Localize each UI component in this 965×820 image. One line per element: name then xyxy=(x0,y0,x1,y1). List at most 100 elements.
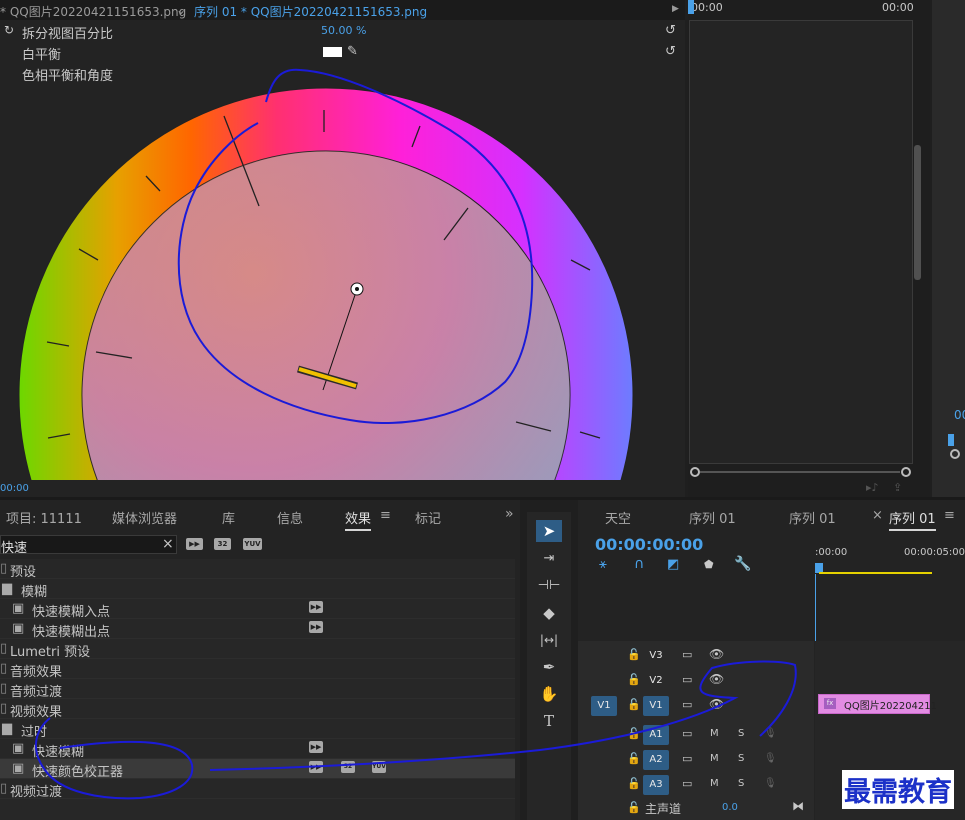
tab-info[interactable]: 信息 xyxy=(277,508,303,527)
mic-icon[interactable]: 🎙 xyxy=(764,753,777,764)
eyedropper-icon[interactable]: ✎ xyxy=(347,44,358,59)
solo-button[interactable]: S xyxy=(738,728,744,739)
tree-item-obsolete[interactable]: ▆ 过时 xyxy=(0,719,515,740)
tree-item-video-effects[interactable]: ▯ 视频效果 xyxy=(0,699,515,720)
close-tab-icon[interactable]: × xyxy=(872,508,883,523)
track-label-v1[interactable]: V1 xyxy=(643,696,669,716)
selection-tool-icon[interactable]: ➤ xyxy=(536,520,562,542)
tree-item-audio-transitions[interactable]: ▯ 音频过渡 xyxy=(0,679,515,700)
mic-icon[interactable]: 🎙 xyxy=(764,728,777,739)
master-volume[interactable]: 0.0 xyxy=(722,802,738,813)
timeline-timecode[interactable]: 00:00:00:00 xyxy=(595,535,703,554)
keyframe-area[interactable] xyxy=(689,20,913,464)
tree-item-blur[interactable]: ▆ 模糊 xyxy=(0,579,515,600)
effects-search-box[interactable]: 快速 × xyxy=(0,535,177,556)
tab-sequence-01-active[interactable]: 序列 01 xyxy=(889,508,936,531)
tree-item-fast-blur-in[interactable]: ▣ 快速模糊入点 ▶▶ xyxy=(0,599,515,620)
panel-menu-icon[interactable]: ≡ xyxy=(380,508,391,523)
lock-icon[interactable]: 🔓 xyxy=(627,801,641,814)
tab-source-clip[interactable]: * QQ图片20220421151653.png xyxy=(0,3,186,20)
source-patch-v1[interactable]: V1 xyxy=(591,696,617,716)
eye-icon[interactable]: 👁 xyxy=(709,672,724,686)
reset-icon[interactable]: ↺ xyxy=(665,44,676,59)
ripple-edit-tool-icon[interactable]: ⊣⊢ xyxy=(536,575,562,597)
mute-button[interactable]: M xyxy=(710,753,719,764)
accelerated-effects-icon[interactable]: ▶▶ xyxy=(186,538,203,550)
eye-icon[interactable]: 👁 xyxy=(709,647,724,661)
track-label-a3[interactable]: A3 xyxy=(643,775,669,795)
track-label-a2[interactable]: A2 xyxy=(643,750,669,770)
tree-item-lumetri-presets[interactable]: ▯ Lumetri 预设 xyxy=(0,639,515,660)
white-balance-swatch[interactable] xyxy=(323,47,342,57)
tab-sequence-01-b[interactable]: 序列 01 xyxy=(789,508,836,527)
timeline-panel-menu-icon[interactable]: ≡ xyxy=(944,508,955,523)
linked-selection-icon[interactable]: ◩ xyxy=(667,557,679,572)
lock-icon[interactable]: 🔓 xyxy=(627,648,641,661)
yuv-effects-icon[interactable]: YUV xyxy=(243,538,262,550)
mute-button[interactable]: M xyxy=(710,728,719,739)
zoom-handle-right[interactable] xyxy=(901,467,911,477)
wrench-icon[interactable]: 🔧 xyxy=(734,556,751,572)
chevron-down-icon[interactable]: ⌄ xyxy=(176,3,186,17)
eye-icon[interactable]: 👁 xyxy=(709,697,724,711)
vertical-scrollbar[interactable] xyxy=(914,145,921,280)
tree-item-fast-blur-out[interactable]: ▣ 快速模糊出点 ▶▶ xyxy=(0,619,515,640)
pen-tool-icon[interactable]: ✒ xyxy=(536,656,562,678)
clear-search-icon[interactable]: × xyxy=(162,536,174,552)
tab-markers[interactable]: 标记 xyxy=(415,508,441,527)
hand-tool-icon[interactable]: ✋ xyxy=(536,683,562,705)
tree-item-presets[interactable]: ▯ 预设 xyxy=(0,559,515,580)
nest-toggle-icon[interactable]: ⚹ xyxy=(599,557,607,572)
track-select-tool-icon[interactable]: ⇥ xyxy=(536,548,562,570)
tree-item-audio-effects[interactable]: ▯ 音频效果 xyxy=(0,659,515,680)
lock-icon[interactable]: 🔓 xyxy=(627,727,641,740)
effects-search-input[interactable]: 快速 xyxy=(1,537,27,556)
reset-icon[interactable]: ↺ xyxy=(665,23,676,38)
reset-circle-icon[interactable]: ↻ xyxy=(4,23,14,37)
tree-item-fast-color-corrector[interactable]: ▣ 快速颜色校正器 ▶▶ 32 YUV xyxy=(0,759,515,780)
export-icon[interactable]: ⇪ xyxy=(893,481,902,494)
tab-library[interactable]: 库 xyxy=(222,508,235,527)
tab-media-browser[interactable]: 媒体浏览器 xyxy=(112,508,177,527)
razor-tool-icon[interactable]: ◆ xyxy=(536,602,562,624)
tab-project[interactable]: 项目: 11111 xyxy=(6,508,82,527)
sync-lock-icon[interactable]: ▭ xyxy=(682,648,692,661)
current-time-display[interactable]: 00:00 xyxy=(0,483,29,494)
tab-effects[interactable]: 效果 xyxy=(345,508,372,531)
snap-icon[interactable]: ∩ xyxy=(634,556,644,572)
slip-tool-icon[interactable]: |↔| xyxy=(536,629,562,651)
tab-sky[interactable]: 天空 xyxy=(605,508,631,527)
solo-button[interactable]: S xyxy=(738,753,744,764)
track-label-a1[interactable]: A1 xyxy=(643,725,669,745)
sync-lock-icon[interactable]: ▭ xyxy=(682,673,692,686)
more-panels-icon[interactable]: » xyxy=(505,506,514,522)
time-ruler[interactable]: :00:00 00:00:05:00 xyxy=(815,545,965,575)
tab-sequence-01-a[interactable]: 序列 01 xyxy=(689,508,736,527)
sync-lock-icon[interactable]: ▭ xyxy=(682,777,692,790)
tree-item-video-transitions[interactable]: ▯ 视频过渡 xyxy=(0,779,515,800)
tree-item-fast-blur[interactable]: ▣ 快速模糊 ▶▶ xyxy=(0,739,515,760)
lock-icon[interactable]: 🔓 xyxy=(627,777,641,790)
horizontal-zoom-bar[interactable] xyxy=(690,467,911,477)
lock-icon[interactable]: 🔓 xyxy=(627,698,641,711)
playhead[interactable] xyxy=(688,0,694,14)
tab-sequence-clip[interactable]: 序列 01 * QQ图片20220421151653.png xyxy=(194,3,427,20)
split-view-value[interactable]: 50.00 % xyxy=(321,24,366,37)
program-playhead[interactable] xyxy=(948,434,954,446)
mic-icon[interactable]: 🎙 xyxy=(764,778,777,789)
sync-lock-icon[interactable]: ▭ xyxy=(682,752,692,765)
type-tool-icon[interactable]: T xyxy=(536,710,562,732)
color-wheel[interactable] xyxy=(0,80,685,480)
sync-lock-icon[interactable]: ▭ xyxy=(682,698,692,711)
play-only-icon[interactable]: ▶ xyxy=(672,4,679,14)
track-label-v3[interactable]: V3 xyxy=(643,646,669,666)
filter-icon[interactable]: ▸♪ xyxy=(866,481,879,494)
32bit-effects-icon[interactable]: 32 xyxy=(214,538,231,550)
mute-button[interactable]: M xyxy=(710,778,719,789)
zoom-handle-left[interactable] xyxy=(690,467,700,477)
solo-button[interactable]: S xyxy=(738,778,744,789)
work-area-bar[interactable] xyxy=(819,572,932,574)
lock-icon[interactable]: 🔓 xyxy=(627,673,641,686)
add-marker-icon[interactable]: ⬟ xyxy=(704,558,714,571)
program-zoom-handle[interactable] xyxy=(950,449,960,459)
